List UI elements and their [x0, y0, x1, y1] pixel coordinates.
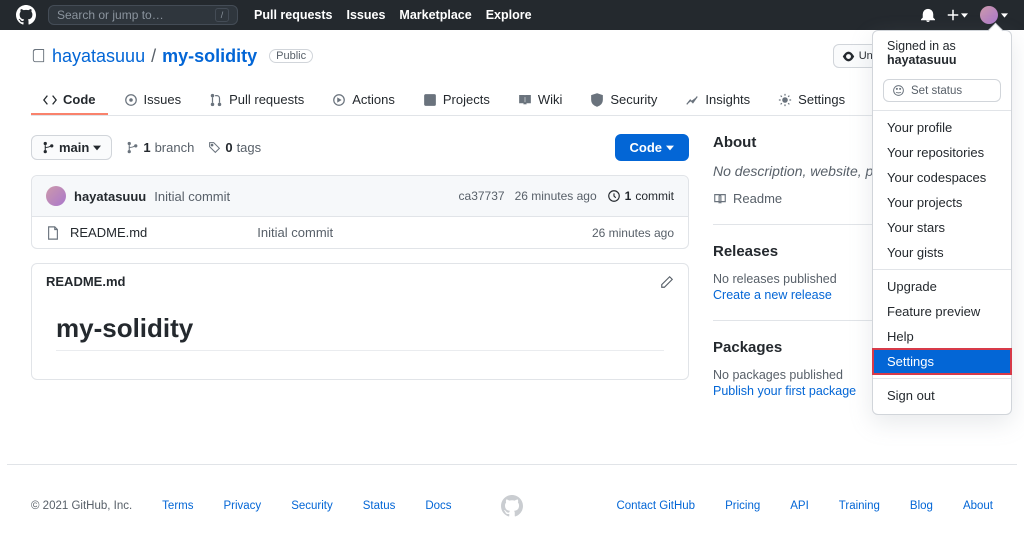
- search-placeholder: Search or jump to…: [57, 8, 164, 22]
- menu-your-gists[interactable]: Your gists: [873, 240, 1011, 265]
- github-logo-icon[interactable]: [16, 5, 36, 25]
- tab-projects[interactable]: Projects: [411, 86, 502, 115]
- menu-your-profile[interactable]: Your profile: [873, 115, 1011, 140]
- visibility-badge: Public: [269, 49, 313, 63]
- file-time: 26 minutes ago: [592, 226, 674, 240]
- commit-author-avatar[interactable]: [46, 186, 66, 206]
- global-nav: Pull requests Issues Marketplace Explore: [254, 8, 532, 22]
- tab-wiki[interactable]: Wiki: [506, 86, 575, 115]
- repo-name-link[interactable]: my-solidity: [162, 46, 257, 67]
- menu-your-repositories[interactable]: Your repositories: [873, 140, 1011, 165]
- repo-icon: [31, 49, 46, 64]
- menu-your-stars[interactable]: Your stars: [873, 215, 1011, 240]
- commit-message[interactable]: Initial commit: [154, 189, 230, 204]
- file-commit-msg[interactable]: Initial commit: [257, 225, 582, 240]
- menu-settings[interactable]: Settings: [873, 349, 1011, 374]
- footer-api[interactable]: API: [790, 500, 809, 512]
- footer-contact[interactable]: Contact GitHub: [616, 500, 695, 512]
- menu-upgrade[interactable]: Upgrade: [873, 274, 1011, 299]
- tab-security[interactable]: Security: [578, 86, 669, 115]
- footer-blog[interactable]: Blog: [910, 500, 933, 512]
- search-input[interactable]: Search or jump to… /: [48, 5, 238, 25]
- nav-pulls[interactable]: Pull requests: [254, 8, 333, 22]
- repo-tabs: Code Issues Pull requests Actions Projec…: [31, 86, 993, 116]
- repo-main: main 1 branch 0 tags Code hayatasuuu Ini…: [31, 134, 689, 434]
- tab-code[interactable]: Code: [31, 86, 108, 115]
- tab-issues[interactable]: Issues: [112, 86, 194, 115]
- nav-explore[interactable]: Explore: [486, 8, 532, 22]
- footer-terms[interactable]: Terms: [162, 500, 193, 512]
- user-menu-dropdown: Signed in as hayatasuuu Set status Your …: [872, 30, 1012, 415]
- tab-insights[interactable]: Insights: [673, 86, 762, 115]
- branch-select[interactable]: main: [31, 135, 112, 160]
- menu-help[interactable]: Help: [873, 324, 1011, 349]
- nav-issues[interactable]: Issues: [347, 8, 386, 22]
- file-icon: [46, 226, 60, 240]
- slash-key-icon: /: [215, 8, 229, 22]
- latest-commit-row: hayatasuuu Initial commit ca37737 26 min…: [32, 176, 688, 217]
- footer-security[interactable]: Security: [291, 500, 333, 512]
- readme-box: README.md my-solidity: [31, 263, 689, 380]
- tab-settings[interactable]: Settings: [766, 86, 857, 115]
- notifications-icon[interactable]: [921, 8, 935, 22]
- menu-your-codespaces[interactable]: Your codespaces: [873, 165, 1011, 190]
- file-list: hayatasuuu Initial commit ca37737 26 min…: [31, 175, 689, 249]
- footer-about[interactable]: About: [963, 500, 993, 512]
- repo-owner-link[interactable]: hayatasuuu: [52, 46, 145, 67]
- add-menu-icon[interactable]: [947, 9, 968, 21]
- tab-pulls[interactable]: Pull requests: [197, 86, 316, 115]
- file-row[interactable]: README.md Initial commit 26 minutes ago: [32, 217, 688, 248]
- file-toolbar: main 1 branch 0 tags Code: [31, 134, 689, 161]
- set-status-button[interactable]: Set status: [883, 79, 1001, 102]
- footer-training[interactable]: Training: [839, 500, 880, 512]
- file-name[interactable]: README.md: [70, 225, 147, 240]
- menu-feature-preview[interactable]: Feature preview: [873, 299, 1011, 324]
- commit-time: 26 minutes ago: [515, 189, 597, 203]
- nav-marketplace[interactable]: Marketplace: [399, 8, 471, 22]
- user-avatar-button[interactable]: [980, 6, 1008, 24]
- edit-readme-icon[interactable]: [660, 275, 674, 289]
- copyright: © 2021 GitHub, Inc.: [31, 500, 132, 512]
- signed-in-label: Signed in as hayatasuuu: [873, 31, 1011, 75]
- menu-your-projects[interactable]: Your projects: [873, 190, 1011, 215]
- site-footer: © 2021 GitHub, Inc. Terms Privacy Securi…: [7, 464, 1017, 517]
- commit-author[interactable]: hayatasuuu: [74, 189, 146, 204]
- menu-sign-out[interactable]: Sign out: [873, 383, 1011, 408]
- repo-header: hayatasuuu / my-solidity Public Unwatch …: [31, 30, 993, 68]
- global-header: Search or jump to… / Pull requests Issue…: [0, 0, 1024, 30]
- footer-privacy[interactable]: Privacy: [223, 500, 261, 512]
- tab-actions[interactable]: Actions: [320, 86, 407, 115]
- commit-sha[interactable]: ca37737: [459, 189, 505, 203]
- footer-pricing[interactable]: Pricing: [725, 500, 760, 512]
- branches-link[interactable]: 1 branch: [126, 140, 194, 155]
- footer-docs[interactable]: Docs: [425, 500, 451, 512]
- readme-filename: README.md: [46, 274, 125, 289]
- tags-link[interactable]: 0 tags: [208, 140, 261, 155]
- github-mark-icon[interactable]: [501, 495, 523, 517]
- readme-heading: my-solidity: [56, 313, 664, 351]
- commit-count[interactable]: 1 commit: [607, 189, 674, 203]
- code-download-button[interactable]: Code: [615, 134, 690, 161]
- footer-status[interactable]: Status: [363, 500, 396, 512]
